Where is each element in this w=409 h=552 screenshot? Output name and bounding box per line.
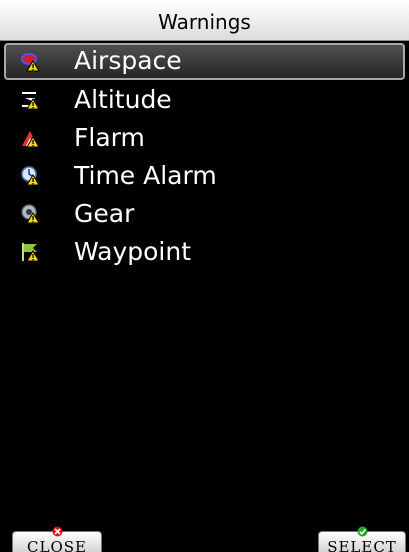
page-title: Warnings [158, 10, 251, 34]
checkmark-icon [357, 526, 368, 537]
menu-item-altitude[interactable]: Altitude [4, 81, 405, 118]
close-button[interactable]: CLOSE [12, 526, 102, 552]
menu-item-time-alarm[interactable]: Time Alarm [4, 157, 405, 194]
altitude-warning-icon [22, 92, 40, 110]
time-alarm-icon [21, 166, 40, 186]
menu-item-gear[interactable]: Gear [4, 195, 405, 232]
close-x-icon [52, 526, 63, 537]
flarm-warning-icon [22, 131, 40, 148]
warnings-screen: Warnings Airspace Altitude Flarm Time Al… [0, 0, 409, 552]
select-button[interactable]: SELECT [318, 526, 406, 552]
airspace-warning-icon [21, 53, 40, 72]
gear-warning-icon [21, 204, 40, 224]
close-button-label: CLOSE [27, 538, 87, 552]
menu-item-label: Airspace [74, 46, 182, 75]
waypoint-flag-icon [22, 243, 40, 262]
title-bar: Warnings [0, 0, 409, 41]
menu-item-waypoint[interactable]: Waypoint [4, 233, 405, 270]
menu-item-label: Flarm [74, 123, 145, 152]
menu-item-label: Time Alarm [74, 161, 217, 190]
menu-item-label: Waypoint [74, 237, 191, 266]
menu-item-label: Altitude [74, 85, 172, 114]
select-button-label: SELECT [327, 538, 397, 552]
menu-item-airspace[interactable]: Airspace [4, 43, 405, 80]
warnings-menu: Airspace Altitude Flarm Time Alarm Gear … [0, 42, 409, 270]
menu-item-flarm[interactable]: Flarm [4, 119, 405, 156]
menu-item-label: Gear [74, 199, 135, 228]
